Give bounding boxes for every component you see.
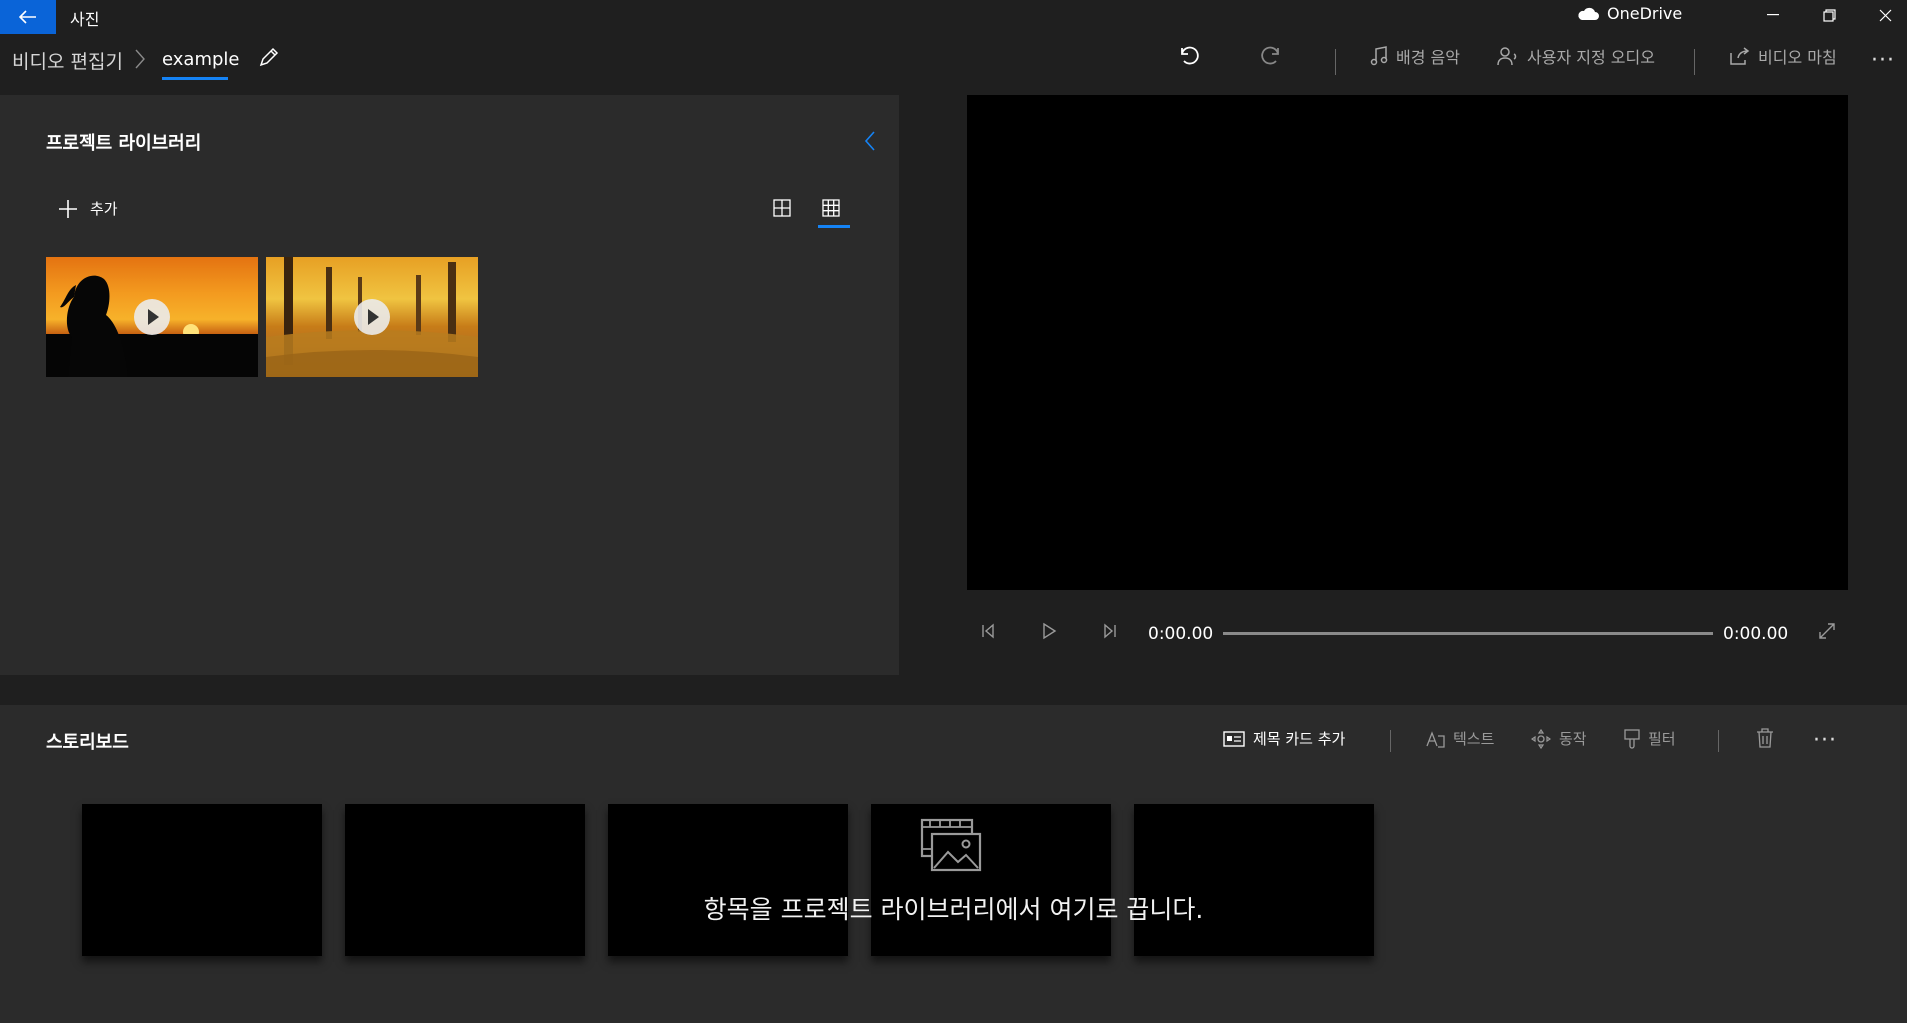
storyboard-slot[interactable]	[871, 804, 1111, 956]
onedrive-status[interactable]: OneDrive	[1577, 4, 1682, 23]
add-title-card-button[interactable]: 제목 카드 추가	[1223, 728, 1345, 749]
motion-label: 동작	[1559, 730, 1587, 748]
view-large-thumbnails-button[interactable]	[773, 199, 791, 221]
back-button[interactable]	[0, 0, 56, 34]
storyboard-separator	[1390, 730, 1391, 752]
paint-brush-icon	[1624, 728, 1640, 749]
pencil-icon	[259, 47, 279, 67]
media-drop-icon	[920, 818, 984, 878]
title-card-icon	[1223, 730, 1245, 747]
storyboard-slot[interactable]	[1134, 804, 1374, 956]
trash-icon	[1757, 728, 1773, 748]
filters-label: 필터	[1648, 730, 1676, 748]
person-audio-icon	[1497, 47, 1517, 66]
drop-hint: 항목을 프로젝트 라이브러리에서 여기로 끕니다.	[703, 895, 1204, 924]
view-selected-indicator	[818, 225, 850, 228]
toolbar-separator	[1335, 49, 1336, 75]
undo-icon	[1181, 46, 1199, 65]
play-icon	[1043, 622, 1057, 640]
project-library-title: 프로젝트 라이브러리	[46, 133, 202, 154]
storyboard-slot[interactable]	[82, 804, 322, 956]
minimize-icon	[1767, 14, 1779, 16]
collapse-library-button[interactable]	[864, 130, 876, 156]
play-button[interactable]	[1040, 622, 1058, 644]
storyboard-slot[interactable]	[608, 804, 848, 956]
storyboard-title: 스토리보드	[46, 732, 129, 753]
step-back-icon	[982, 623, 994, 639]
toolbar-separator	[1694, 49, 1695, 75]
previous-frame-button[interactable]	[980, 622, 998, 644]
arrow-left-icon	[19, 10, 36, 24]
text-label: 텍스트	[1453, 730, 1495, 748]
total-time: 0:00.00	[1723, 624, 1789, 644]
add-button[interactable]: 추가	[58, 198, 118, 219]
expand-icon	[1819, 623, 1835, 639]
redo-button[interactable]	[1260, 44, 1284, 72]
text-icon	[1426, 730, 1445, 748]
minimize-button[interactable]	[1745, 0, 1801, 30]
share-icon	[1730, 47, 1750, 65]
play-icon[interactable]	[134, 299, 170, 335]
rename-button[interactable]	[258, 46, 280, 72]
chevron-left-icon	[864, 131, 875, 151]
plus-icon	[59, 199, 77, 218]
play-icon[interactable]	[354, 299, 390, 335]
motion-button[interactable]: 동작	[1531, 728, 1587, 749]
library-item-sunset[interactable]	[46, 257, 258, 377]
add-title-card-label: 제목 카드 추가	[1253, 730, 1346, 748]
finish-video-button[interactable]: 비디오 마침	[1730, 44, 1837, 68]
grid-3x3-icon	[822, 199, 840, 217]
finish-video-label: 비디오 마침	[1758, 48, 1837, 67]
background-music-label: 배경 음악	[1396, 48, 1460, 67]
app-title: 사진	[70, 10, 100, 29]
restore-button[interactable]	[1801, 0, 1857, 30]
background-music-button[interactable]: 배경 음악	[1370, 44, 1460, 68]
close-icon	[1879, 9, 1891, 21]
cloud-icon	[1578, 7, 1599, 20]
storyboard-more-button[interactable]: ···	[1813, 728, 1837, 753]
redo-icon	[1261, 46, 1279, 65]
library-item-autumn-park[interactable]	[266, 257, 478, 377]
grid-2x2-icon	[773, 199, 791, 217]
chevron-right-icon	[134, 48, 146, 74]
add-label: 추가	[90, 200, 118, 218]
text-button[interactable]: 텍스트	[1425, 728, 1494, 749]
step-forward-icon	[1104, 623, 1116, 639]
custom-audio-label: 사용자 지정 오디오	[1527, 48, 1655, 67]
storyboard-slot[interactable]	[345, 804, 585, 956]
music-note-icon	[1370, 46, 1388, 66]
motion-icon	[1531, 728, 1551, 749]
undo-button[interactable]	[1176, 44, 1200, 72]
video-editor-window: 사진 OneDrive 비디오 편집기 example 배경 음악 사용자 지정…	[0, 0, 1907, 1023]
more-options-button[interactable]: ···	[1871, 48, 1895, 73]
view-small-thumbnails-button[interactable]	[822, 199, 840, 221]
custom-audio-button[interactable]: 사용자 지정 오디오	[1497, 44, 1655, 68]
project-library-panel	[0, 95, 899, 675]
onedrive-label: OneDrive	[1607, 4, 1683, 23]
video-preview[interactable]	[967, 95, 1848, 590]
seek-slider[interactable]	[1223, 632, 1713, 635]
next-frame-button[interactable]	[1100, 622, 1118, 644]
storyboard-separator	[1718, 730, 1719, 752]
fullscreen-button[interactable]	[1818, 622, 1836, 644]
filters-button[interactable]: 필터	[1624, 728, 1676, 749]
current-time: 0:00.00	[1148, 624, 1214, 644]
project-name-underline	[162, 77, 228, 80]
delete-button[interactable]	[1756, 728, 1774, 748]
project-name[interactable]: example	[162, 49, 239, 70]
breadcrumb-video-editor[interactable]: 비디오 편집기	[12, 47, 123, 74]
restore-icon	[1822, 8, 1836, 22]
close-button[interactable]	[1857, 0, 1907, 30]
